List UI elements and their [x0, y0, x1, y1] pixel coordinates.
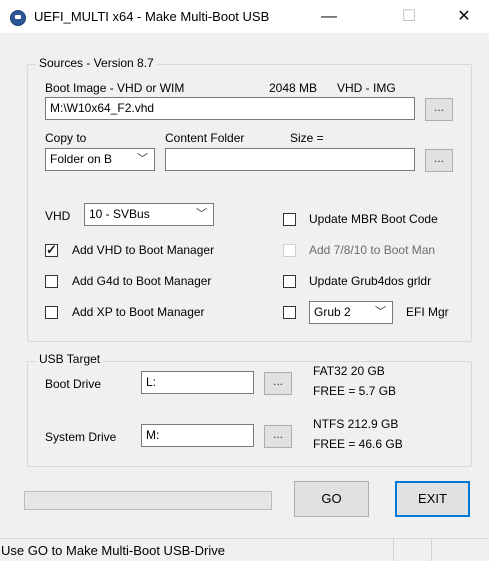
close-button[interactable]: ✕: [441, 0, 487, 33]
content-folder-input[interactable]: [165, 148, 415, 171]
minimize-button[interactable]: —: [306, 0, 352, 33]
sources-legend: Sources - Version 8.7: [36, 56, 157, 70]
maximize-button[interactable]: ☐: [386, 0, 432, 33]
boot-image-browse-button[interactable]: ...: [425, 98, 453, 121]
efi-mgr-checkbox[interactable]: [283, 306, 296, 319]
boot-image-input[interactable]: M:\W10x64_F2.vhd: [45, 97, 415, 120]
add-g4d-checkbox[interactable]: [45, 275, 58, 288]
vhd-label: VHD: [45, 209, 71, 223]
update-mbr-label: Update MBR Boot Code: [309, 212, 438, 226]
image-type-info: VHD - IMG: [337, 81, 396, 95]
image-size-info: 2048 MB: [269, 81, 318, 95]
system-drive-filesystem: NTFS 212.9 GB: [313, 417, 399, 431]
copy-to-label: Copy to: [45, 131, 87, 145]
content-folder-browse-button[interactable]: ...: [425, 149, 453, 172]
add-vhd-checkbox[interactable]: [45, 242, 58, 258]
go-button[interactable]: GO: [294, 481, 369, 517]
status-divider: [393, 539, 394, 561]
boot-drive-input[interactable]: L:: [141, 371, 254, 394]
usb-target-legend: USB Target: [36, 352, 104, 366]
content-folder-label: Content Folder: [165, 131, 245, 145]
chevron-down-icon: ﹀: [375, 306, 386, 318]
add-7810-label: Add 7/8/10 to Boot Man: [309, 243, 436, 257]
app-icon: [10, 10, 26, 26]
status-text: Use GO to Make Multi-Boot USB-Drive: [1, 543, 225, 558]
efi-mgr-label: EFI Mgr: [406, 305, 449, 319]
add-xp-checkbox[interactable]: [45, 306, 58, 319]
copy-to-value: Folder on B: [50, 152, 113, 166]
add-7810-checkbox[interactable]: [283, 244, 296, 257]
window-title: UEFI_MULTI x64 - Make Multi-Boot USB: [34, 9, 270, 24]
status-divider: [431, 539, 432, 561]
boot-image-label: Boot Image - VHD or WIM: [45, 81, 185, 95]
grub-select[interactable]: Grub 2 ﹀: [309, 301, 393, 324]
boot-drive-filesystem: FAT32 20 GB: [313, 364, 385, 378]
status-bar: Use GO to Make Multi-Boot USB-Drive: [0, 538, 489, 561]
boot-drive-browse-button[interactable]: ...: [264, 372, 292, 395]
system-drive-browse-button[interactable]: ...: [264, 425, 292, 448]
add-vhd-label: Add VHD to Boot Manager: [72, 243, 215, 257]
add-g4d-label: Add G4d to Boot Manager: [72, 274, 212, 288]
update-grub4dos-checkbox[interactable]: [283, 275, 296, 288]
vhd-driver-value: 10 - SVBus: [89, 207, 150, 221]
copy-to-select[interactable]: Folder on B ﹀: [45, 148, 155, 171]
progress-bar: [24, 491, 272, 510]
chevron-down-icon: ﹀: [196, 208, 207, 220]
update-mbr-checkbox[interactable]: [283, 213, 296, 226]
boot-drive-free: FREE = 5.7 GB: [313, 384, 397, 398]
system-drive-label: System Drive: [45, 430, 117, 444]
boot-drive-label: Boot Drive: [45, 377, 102, 391]
vhd-driver-select[interactable]: 10 - SVBus ﹀: [84, 203, 214, 226]
add-xp-label: Add XP to Boot Manager: [72, 305, 205, 319]
exit-button[interactable]: EXIT: [395, 481, 470, 517]
update-grub4dos-label: Update Grub4dos grldr: [309, 274, 432, 288]
grub-value: Grub 2: [314, 305, 351, 319]
system-drive-input[interactable]: M:: [141, 424, 254, 447]
size-label: Size =: [290, 131, 324, 145]
system-drive-free: FREE = 46.6 GB: [313, 437, 403, 451]
chevron-down-icon: ﹀: [137, 153, 148, 165]
